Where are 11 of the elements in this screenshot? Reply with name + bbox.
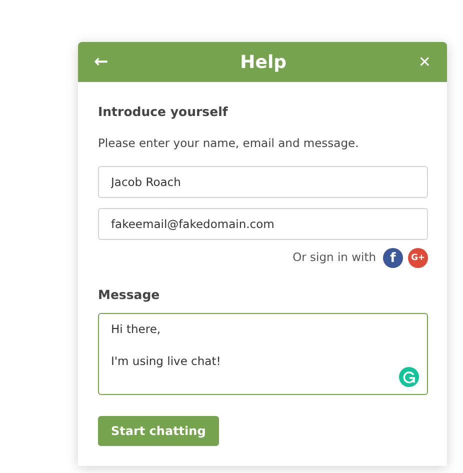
google-plus-button[interactable]: G+ xyxy=(408,248,428,268)
message-textarea[interactable]: Hi there, I'm using live chat! xyxy=(98,312,428,395)
message-text: Hi there, I'm using live chat! xyxy=(110,320,222,369)
input-field[interactable]: fakeemail@fakedomain.com xyxy=(98,208,428,240)
sign-in-label: Or sign in with xyxy=(292,249,376,266)
window-title: Help xyxy=(240,50,286,74)
refresh-icon[interactable] xyxy=(399,366,419,387)
field-label: Message xyxy=(98,286,161,304)
facebook-button[interactable]: f xyxy=(383,248,403,268)
section-heading: Introduce yourself xyxy=(98,103,229,121)
instruction-text: Please enter your name, email and message. xyxy=(98,134,360,152)
